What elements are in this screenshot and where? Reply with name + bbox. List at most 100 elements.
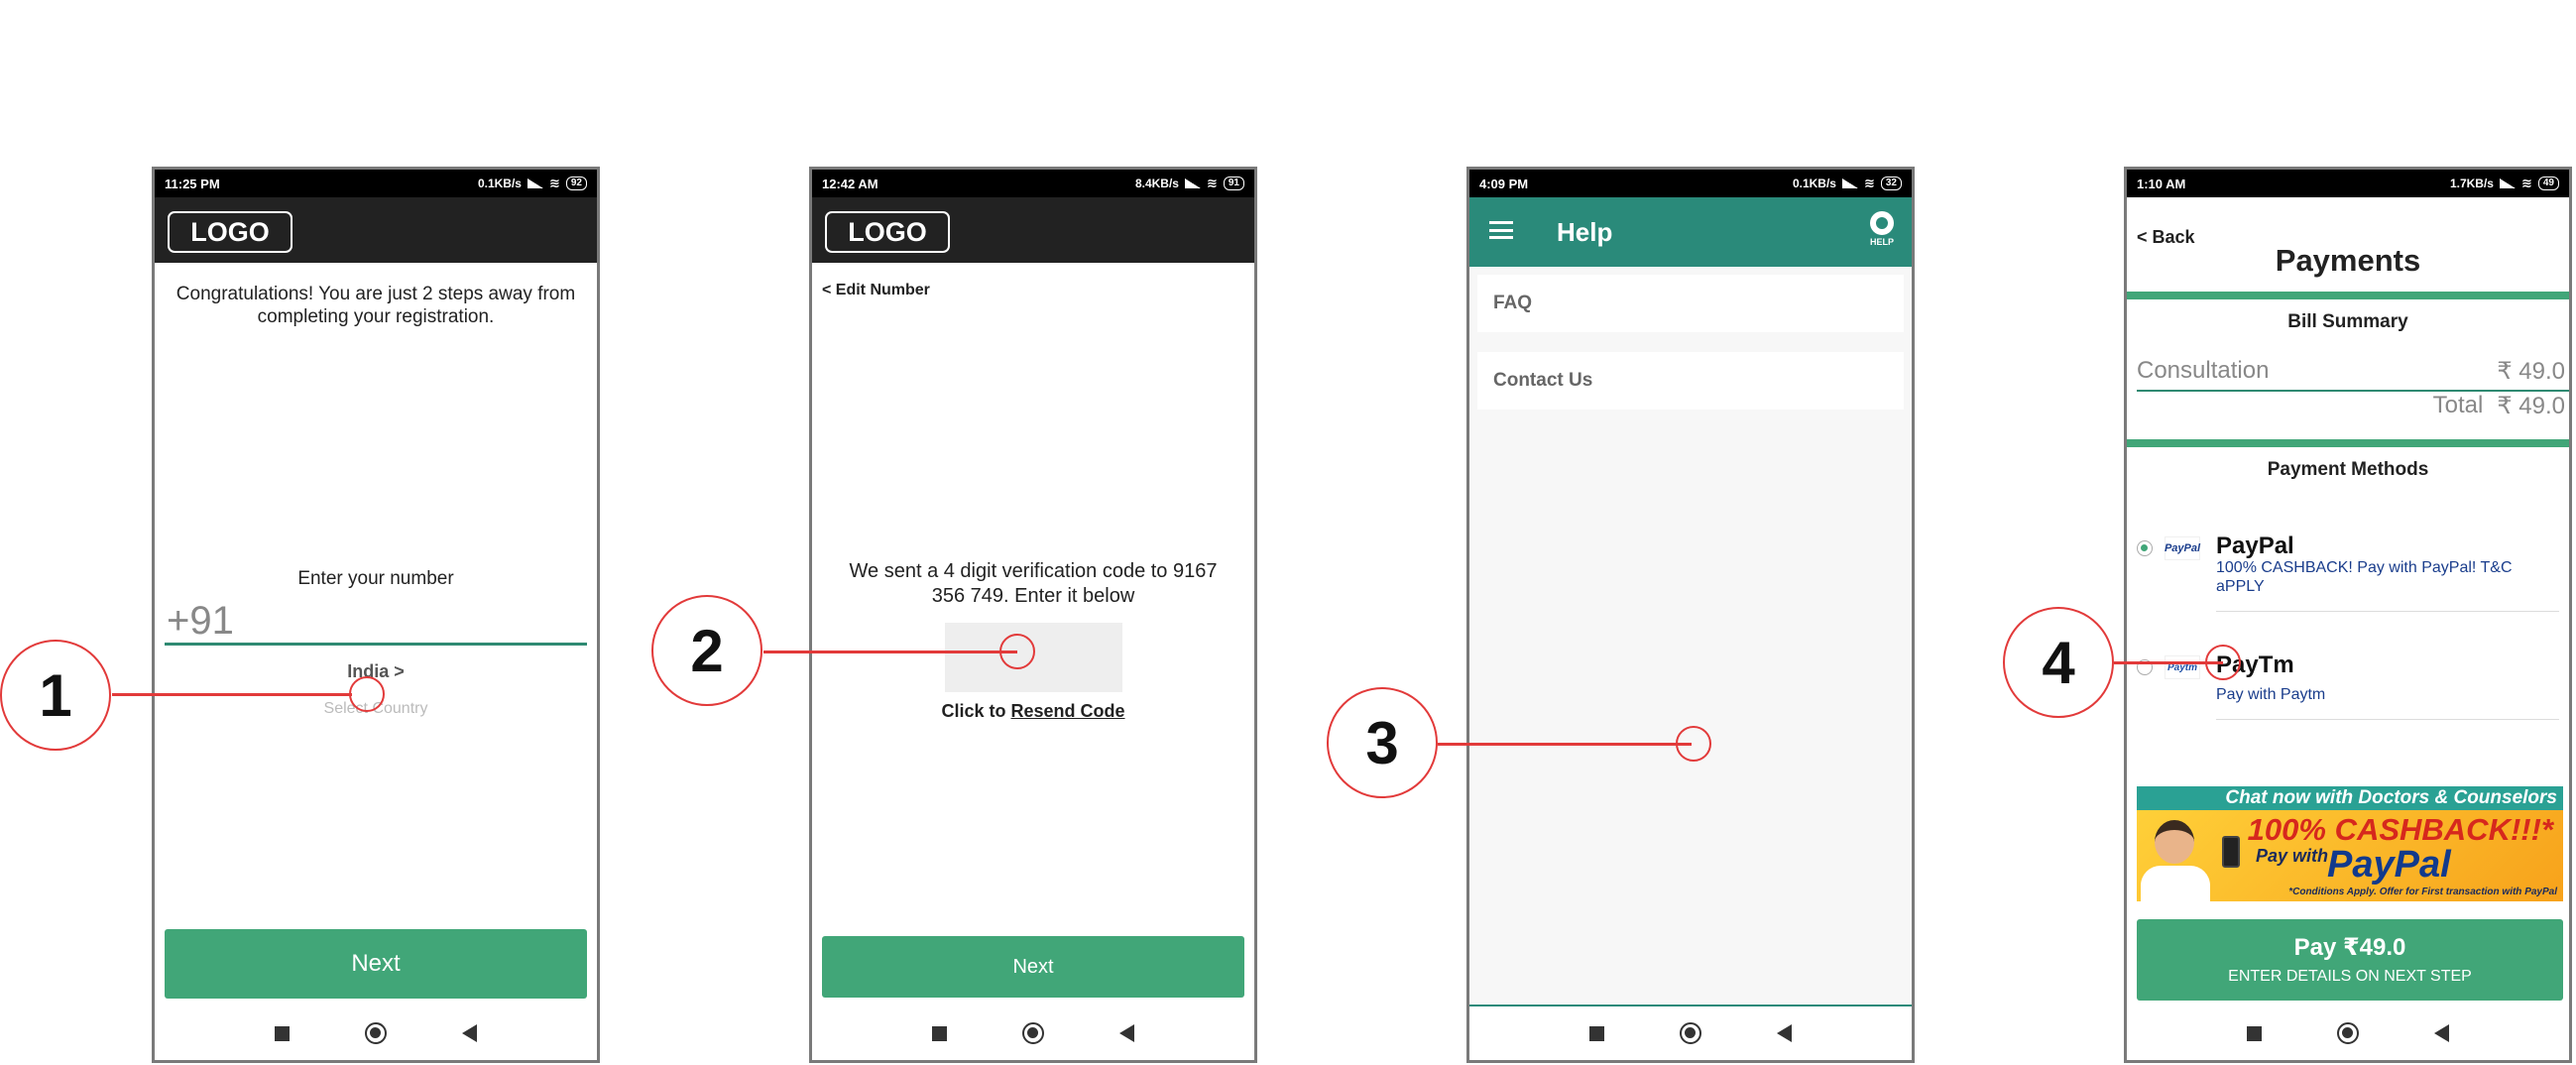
- callout-2: 2: [651, 595, 762, 706]
- back-icon[interactable]: [462, 1024, 477, 1042]
- signal-icon: [2499, 178, 2516, 188]
- page-title: Help: [1557, 217, 1613, 247]
- callout-1: 1: [0, 640, 111, 751]
- callout-1-line: [112, 693, 352, 696]
- app-logo: LOGO: [168, 211, 293, 253]
- recents-icon[interactable]: [275, 1025, 290, 1041]
- logo-bar: LOGO: [155, 197, 597, 263]
- help-header: Help HELP: [1469, 197, 1912, 267]
- paytm-logo-icon: Paytm: [2165, 655, 2200, 679]
- total-label: Total: [2432, 392, 2484, 418]
- next-button[interactable]: Next: [822, 936, 1244, 998]
- total-row: Total ₹ 49.0: [2137, 392, 2565, 420]
- callout-3: 3: [1327, 687, 1438, 798]
- android-nav-bar: [812, 1006, 1254, 1060]
- home-icon[interactable]: [1022, 1022, 1044, 1044]
- section-divider: [2127, 439, 2569, 447]
- recents-icon[interactable]: [1589, 1025, 1604, 1041]
- home-icon[interactable]: [365, 1022, 387, 1044]
- payment-methods-heading: Payment Methods: [2267, 459, 2429, 480]
- recents-icon[interactable]: [932, 1025, 947, 1041]
- status-time: 12:42 AM: [822, 176, 878, 191]
- callout-4-target: [2205, 645, 2241, 680]
- recents-icon[interactable]: [2247, 1025, 2262, 1041]
- banner-terms: *Conditions Apply. Offer for First trans…: [2288, 887, 2557, 897]
- promo-banner[interactable]: Chat now with Doctors & Counselors 100% …: [2137, 786, 2563, 901]
- contact-us-item[interactable]: Contact Us: [1477, 352, 1904, 410]
- hamburger-menu-icon[interactable]: [1489, 221, 1513, 239]
- network-speed: 8.4KB/s: [1134, 177, 1179, 190]
- battery-icon: 49: [2537, 177, 2559, 190]
- consultation-amount: ₹ 49.0: [2497, 358, 2565, 385]
- section-divider: [2127, 292, 2569, 299]
- android-nav-bar: [2127, 1006, 2569, 1060]
- back-icon[interactable]: [2434, 1024, 2449, 1042]
- logo-bar: LOGO: [812, 197, 1254, 263]
- callout-2-line: [763, 651, 1017, 653]
- paypal-radio[interactable]: [2137, 540, 2153, 556]
- android-nav-bar: [155, 1006, 597, 1060]
- back-icon[interactable]: [1777, 1024, 1792, 1042]
- home-icon[interactable]: [2337, 1022, 2359, 1044]
- wifi-icon: ≋: [548, 176, 560, 190]
- back-icon[interactable]: [1119, 1024, 1134, 1042]
- method-divider: [2216, 611, 2559, 612]
- app-logo: LOGO: [825, 211, 950, 253]
- consultation-row: Consultation ₹ 49.0: [2137, 357, 2565, 386]
- pay-button[interactable]: Pay ₹49.0 ENTER DETAILS ON NEXT STEP: [2137, 919, 2563, 1001]
- pay-button-label: Pay ₹49.0: [2293, 934, 2406, 961]
- battery-icon: 92: [565, 177, 587, 190]
- callout-1-target: [349, 676, 385, 712]
- verification-message: We sent a 4 digit verification code to 9…: [849, 560, 1218, 607]
- status-time: 4:09 PM: [1479, 176, 1529, 191]
- page-title: Payments: [2275, 243, 2421, 278]
- phone-screen-help: 4:09 PM 0.1KB/s ≋ 32 Help HELP FAQ Conta…: [1466, 167, 1915, 1063]
- battery-icon: 91: [1223, 177, 1244, 190]
- resend-code-link[interactable]: Resend Code: [1011, 701, 1125, 721]
- status-bar: 4:09 PM 0.1KB/s ≋ 32: [1469, 170, 1912, 197]
- status-time: 1:10 AM: [2137, 176, 2186, 191]
- network-speed: 1.7KB/s: [2449, 177, 2494, 190]
- network-speed: 0.1KB/s: [1792, 177, 1836, 190]
- home-icon[interactable]: [1680, 1022, 1701, 1044]
- phone-screen-payments: 1:10 AM 1.7KB/s ≋ 49 < Back Payments Bil…: [2124, 167, 2572, 1063]
- signal-icon: [1184, 178, 1201, 188]
- pay-button-subtext: ENTER DETAILS ON NEXT STEP: [2228, 968, 2472, 985]
- consultation-label: Consultation: [2137, 357, 2270, 384]
- android-nav-bar: [1469, 1006, 1912, 1060]
- paypal-logo-icon: PayPal: [2165, 536, 2200, 560]
- mobile-phone-icon: [2222, 836, 2240, 868]
- total-amount: ₹ 49.0: [2497, 393, 2565, 419]
- banner-chat-text: Chat now with Doctors & Counselors: [2137, 786, 2563, 810]
- wifi-icon: ≋: [1863, 176, 1875, 190]
- edit-number-link[interactable]: < Edit Number: [822, 282, 930, 299]
- paypal-method-name[interactable]: PayPal: [2216, 532, 2294, 560]
- bill-summary-heading: Bill Summary: [2287, 311, 2408, 332]
- callout-2-target: [999, 634, 1035, 669]
- network-speed: 0.1KB/s: [477, 177, 522, 190]
- callout-3-line: [1438, 743, 1692, 746]
- enter-number-label: Enter your number: [297, 568, 454, 589]
- faq-item[interactable]: FAQ: [1477, 275, 1904, 332]
- resend-row: Click to Resend Code: [812, 701, 1254, 722]
- signal-icon: [527, 178, 543, 188]
- status-time: 11:25 PM: [165, 176, 220, 191]
- stage: 11:25 PM 0.1KB/s ≋ 92 LOGO Congratulatio…: [0, 0, 2576, 1065]
- status-bar: 12:42 AM 8.4KB/s ≋ 91: [812, 170, 1254, 197]
- callout-3-target: [1676, 726, 1711, 762]
- phone-screen-verification: 12:42 AM 8.4KB/s ≋ 91 LOGO < Edit Number…: [809, 167, 1257, 1063]
- method-divider: [2216, 719, 2559, 720]
- callout-4: 4: [2003, 607, 2114, 718]
- phone-number-input[interactable]: +91: [165, 596, 587, 646]
- help-agent-icon[interactable]: HELP: [1866, 211, 1898, 253]
- signal-icon: [1841, 178, 1858, 188]
- status-bar: 1:10 AM 1.7KB/s ≋ 49: [2127, 170, 2569, 197]
- battery-icon: 32: [1880, 177, 1902, 190]
- banner-cashback-text: 100% CASHBACK!!!*: [2247, 812, 2553, 847]
- help-content: FAQ Contact Us: [1469, 267, 1912, 1006]
- status-bar: 11:25 PM 0.1KB/s ≋ 92: [155, 170, 597, 197]
- resend-prefix: Click to: [941, 701, 1006, 721]
- next-button[interactable]: Next: [165, 929, 587, 999]
- paytm-method-desc: Pay with Paytm: [2216, 686, 2326, 703]
- wifi-icon: ≋: [2520, 176, 2532, 190]
